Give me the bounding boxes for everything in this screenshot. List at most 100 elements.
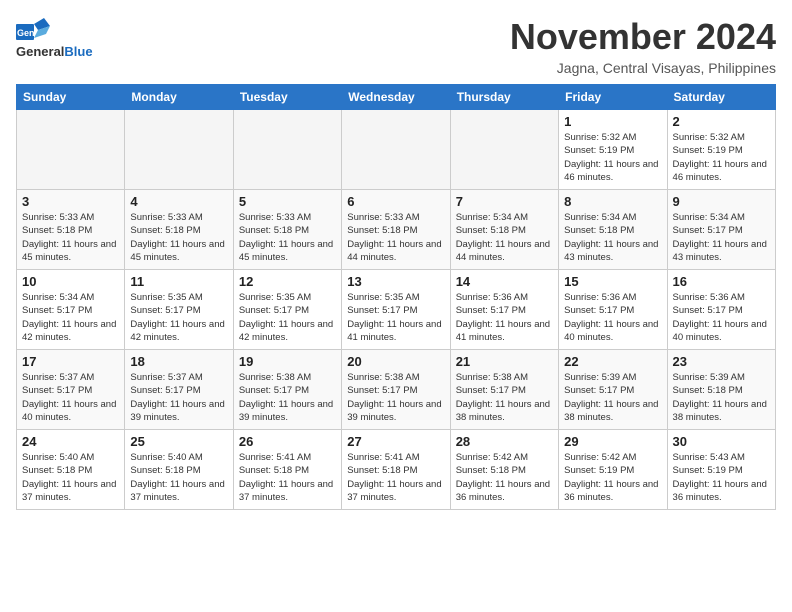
weekday-header-saturday: Saturday <box>667 85 775 110</box>
week-row-3: 10 Sunrise: 5:34 AMSunset: 5:17 PMDayligh… <box>17 270 776 350</box>
calendar-cell: 16 Sunrise: 5:36 AMSunset: 5:17 PMDayligh… <box>667 270 775 350</box>
weekday-header-tuesday: Tuesday <box>233 85 341 110</box>
day-info: Sunrise: 5:32 AMSunset: 5:19 PMDaylight:… <box>564 131 661 184</box>
calendar-cell <box>17 110 125 190</box>
page-header: General GeneralBlue November 2024 Jagna,… <box>16 16 776 76</box>
day-number: 1 <box>564 114 661 129</box>
weekday-header-thursday: Thursday <box>450 85 558 110</box>
day-info: Sunrise: 5:41 AMSunset: 5:18 PMDaylight:… <box>239 451 336 504</box>
weekday-header-wednesday: Wednesday <box>342 85 450 110</box>
day-info: Sunrise: 5:34 AMSunset: 5:17 PMDaylight:… <box>22 291 119 344</box>
week-row-1: 1 Sunrise: 5:32 AMSunset: 5:19 PMDaylight… <box>17 110 776 190</box>
calendar-cell: 11 Sunrise: 5:35 AMSunset: 5:17 PMDayligh… <box>125 270 233 350</box>
month-title: November 2024 <box>510 16 776 58</box>
day-number: 10 <box>22 274 119 289</box>
calendar-cell <box>450 110 558 190</box>
day-info: Sunrise: 5:38 AMSunset: 5:17 PMDaylight:… <box>239 371 336 424</box>
day-number: 4 <box>130 194 227 209</box>
calendar-cell <box>125 110 233 190</box>
day-number: 18 <box>130 354 227 369</box>
logo-icon: General <box>16 16 50 42</box>
week-row-5: 24Sunrise: 5:40 AMSunset: 5:18 PMDayligh… <box>17 430 776 510</box>
day-info: Sunrise: 5:40 AMSunset: 5:18 PMDaylight:… <box>130 451 227 504</box>
day-number: 13 <box>347 274 444 289</box>
day-info: Sunrise: 5:43 AMSunset: 5:19 PMDaylight:… <box>673 451 770 504</box>
day-number: 17 <box>22 354 119 369</box>
weekday-header-sunday: Sunday <box>17 85 125 110</box>
day-info: Sunrise: 5:34 AMSunset: 5:17 PMDaylight:… <box>673 211 770 264</box>
day-number: 21 <box>456 354 553 369</box>
day-number: 27 <box>347 434 444 449</box>
day-number: 23 <box>673 354 770 369</box>
day-info: Sunrise: 5:40 AMSunset: 5:18 PMDaylight:… <box>22 451 119 504</box>
logo-blue: Blue <box>64 44 92 59</box>
day-number: 12 <box>239 274 336 289</box>
calendar-cell: 8Sunrise: 5:34 AMSunset: 5:18 PMDaylight… <box>559 190 667 270</box>
day-number: 25 <box>130 434 227 449</box>
calendar-cell: 5Sunrise: 5:33 AMSunset: 5:18 PMDaylight… <box>233 190 341 270</box>
calendar-cell: 12 Sunrise: 5:35 AMSunset: 5:17 PMDayligh… <box>233 270 341 350</box>
calendar-cell: 29 Sunrise: 5:42 AMSunset: 5:19 PMDayligh… <box>559 430 667 510</box>
weekday-header-row: SundayMondayTuesdayWednesdayThursdayFrid… <box>17 85 776 110</box>
day-info: Sunrise: 5:33 AMSunset: 5:18 PMDaylight:… <box>22 211 119 264</box>
day-number: 7 <box>456 194 553 209</box>
week-row-4: 17 Sunrise: 5:37 AMSunset: 5:17 PMDayligh… <box>17 350 776 430</box>
day-info: Sunrise: 5:39 AMSunset: 5:17 PMDaylight:… <box>564 371 661 424</box>
weekday-header-friday: Friday <box>559 85 667 110</box>
day-number: 19 <box>239 354 336 369</box>
calendar-cell: 9 Sunrise: 5:34 AMSunset: 5:17 PMDaylight… <box>667 190 775 270</box>
day-number: 5 <box>239 194 336 209</box>
calendar-cell: 24Sunrise: 5:40 AMSunset: 5:18 PMDayligh… <box>17 430 125 510</box>
calendar-cell: 2Sunrise: 5:32 AMSunset: 5:19 PMDaylight… <box>667 110 775 190</box>
day-number: 6 <box>347 194 444 209</box>
day-number: 20 <box>347 354 444 369</box>
week-row-2: 3 Sunrise: 5:33 AMSunset: 5:18 PMDaylight… <box>17 190 776 270</box>
calendar-cell: 13 Sunrise: 5:35 AMSunset: 5:17 PMDayligh… <box>342 270 450 350</box>
calendar-cell <box>233 110 341 190</box>
weekday-header-monday: Monday <box>125 85 233 110</box>
calendar-cell: 26 Sunrise: 5:41 AMSunset: 5:18 PMDayligh… <box>233 430 341 510</box>
calendar-cell: 23 Sunrise: 5:39 AMSunset: 5:18 PMDayligh… <box>667 350 775 430</box>
day-info: Sunrise: 5:39 AMSunset: 5:18 PMDaylight:… <box>673 371 770 424</box>
day-info: Sunrise: 5:38 AMSunset: 5:17 PMDaylight:… <box>456 371 553 424</box>
calendar-table: SundayMondayTuesdayWednesdayThursdayFrid… <box>16 84 776 510</box>
calendar-cell: 15Sunrise: 5:36 AMSunset: 5:17 PMDayligh… <box>559 270 667 350</box>
day-info: Sunrise: 5:36 AMSunset: 5:17 PMDaylight:… <box>456 291 553 344</box>
day-info: Sunrise: 5:42 AMSunset: 5:18 PMDaylight:… <box>456 451 553 504</box>
calendar-cell: 4Sunrise: 5:33 AMSunset: 5:18 PMDaylight… <box>125 190 233 270</box>
calendar-cell <box>342 110 450 190</box>
calendar-cell: 20Sunrise: 5:38 AMSunset: 5:17 PMDayligh… <box>342 350 450 430</box>
calendar-cell: 27 Sunrise: 5:41 AMSunset: 5:18 PMDayligh… <box>342 430 450 510</box>
calendar-cell: 25 Sunrise: 5:40 AMSunset: 5:18 PMDayligh… <box>125 430 233 510</box>
day-info: Sunrise: 5:35 AMSunset: 5:17 PMDaylight:… <box>239 291 336 344</box>
day-number: 16 <box>673 274 770 289</box>
calendar-cell: 7Sunrise: 5:34 AMSunset: 5:18 PMDaylight… <box>450 190 558 270</box>
logo-general: General <box>16 44 64 59</box>
calendar-cell: 22 Sunrise: 5:39 AMSunset: 5:17 PMDayligh… <box>559 350 667 430</box>
day-info: Sunrise: 5:41 AMSunset: 5:18 PMDaylight:… <box>347 451 444 504</box>
day-number: 29 <box>564 434 661 449</box>
title-block: November 2024 Jagna, Central Visayas, Ph… <box>510 16 776 76</box>
day-info: Sunrise: 5:36 AMSunset: 5:17 PMDaylight:… <box>673 291 770 344</box>
day-number: 2 <box>673 114 770 129</box>
day-info: Sunrise: 5:33 AMSunset: 5:18 PMDaylight:… <box>347 211 444 264</box>
day-number: 26 <box>239 434 336 449</box>
calendar-cell: 30Sunrise: 5:43 AMSunset: 5:19 PMDayligh… <box>667 430 775 510</box>
day-info: Sunrise: 5:37 AMSunset: 5:17 PMDaylight:… <box>130 371 227 424</box>
day-number: 3 <box>22 194 119 209</box>
day-info: Sunrise: 5:42 AMSunset: 5:19 PMDaylight:… <box>564 451 661 504</box>
calendar-cell: 19 Sunrise: 5:38 AMSunset: 5:17 PMDayligh… <box>233 350 341 430</box>
calendar-cell: 3 Sunrise: 5:33 AMSunset: 5:18 PMDaylight… <box>17 190 125 270</box>
calendar-cell: 1 Sunrise: 5:32 AMSunset: 5:19 PMDaylight… <box>559 110 667 190</box>
day-info: Sunrise: 5:35 AMSunset: 5:17 PMDaylight:… <box>347 291 444 344</box>
day-number: 11 <box>130 274 227 289</box>
calendar-cell: 17Sunrise: 5:37 AMSunset: 5:17 PMDayligh… <box>17 350 125 430</box>
day-number: 22 <box>564 354 661 369</box>
day-number: 28 <box>456 434 553 449</box>
day-info: Sunrise: 5:35 AMSunset: 5:17 PMDaylight:… <box>130 291 227 344</box>
calendar-cell: 21 Sunrise: 5:38 AMSunset: 5:17 PMDayligh… <box>450 350 558 430</box>
day-number: 8 <box>564 194 661 209</box>
location-subtitle: Jagna, Central Visayas, Philippines <box>510 60 776 76</box>
calendar-cell: 18 Sunrise: 5:37 AMSunset: 5:17 PMDayligh… <box>125 350 233 430</box>
day-number: 9 <box>673 194 770 209</box>
